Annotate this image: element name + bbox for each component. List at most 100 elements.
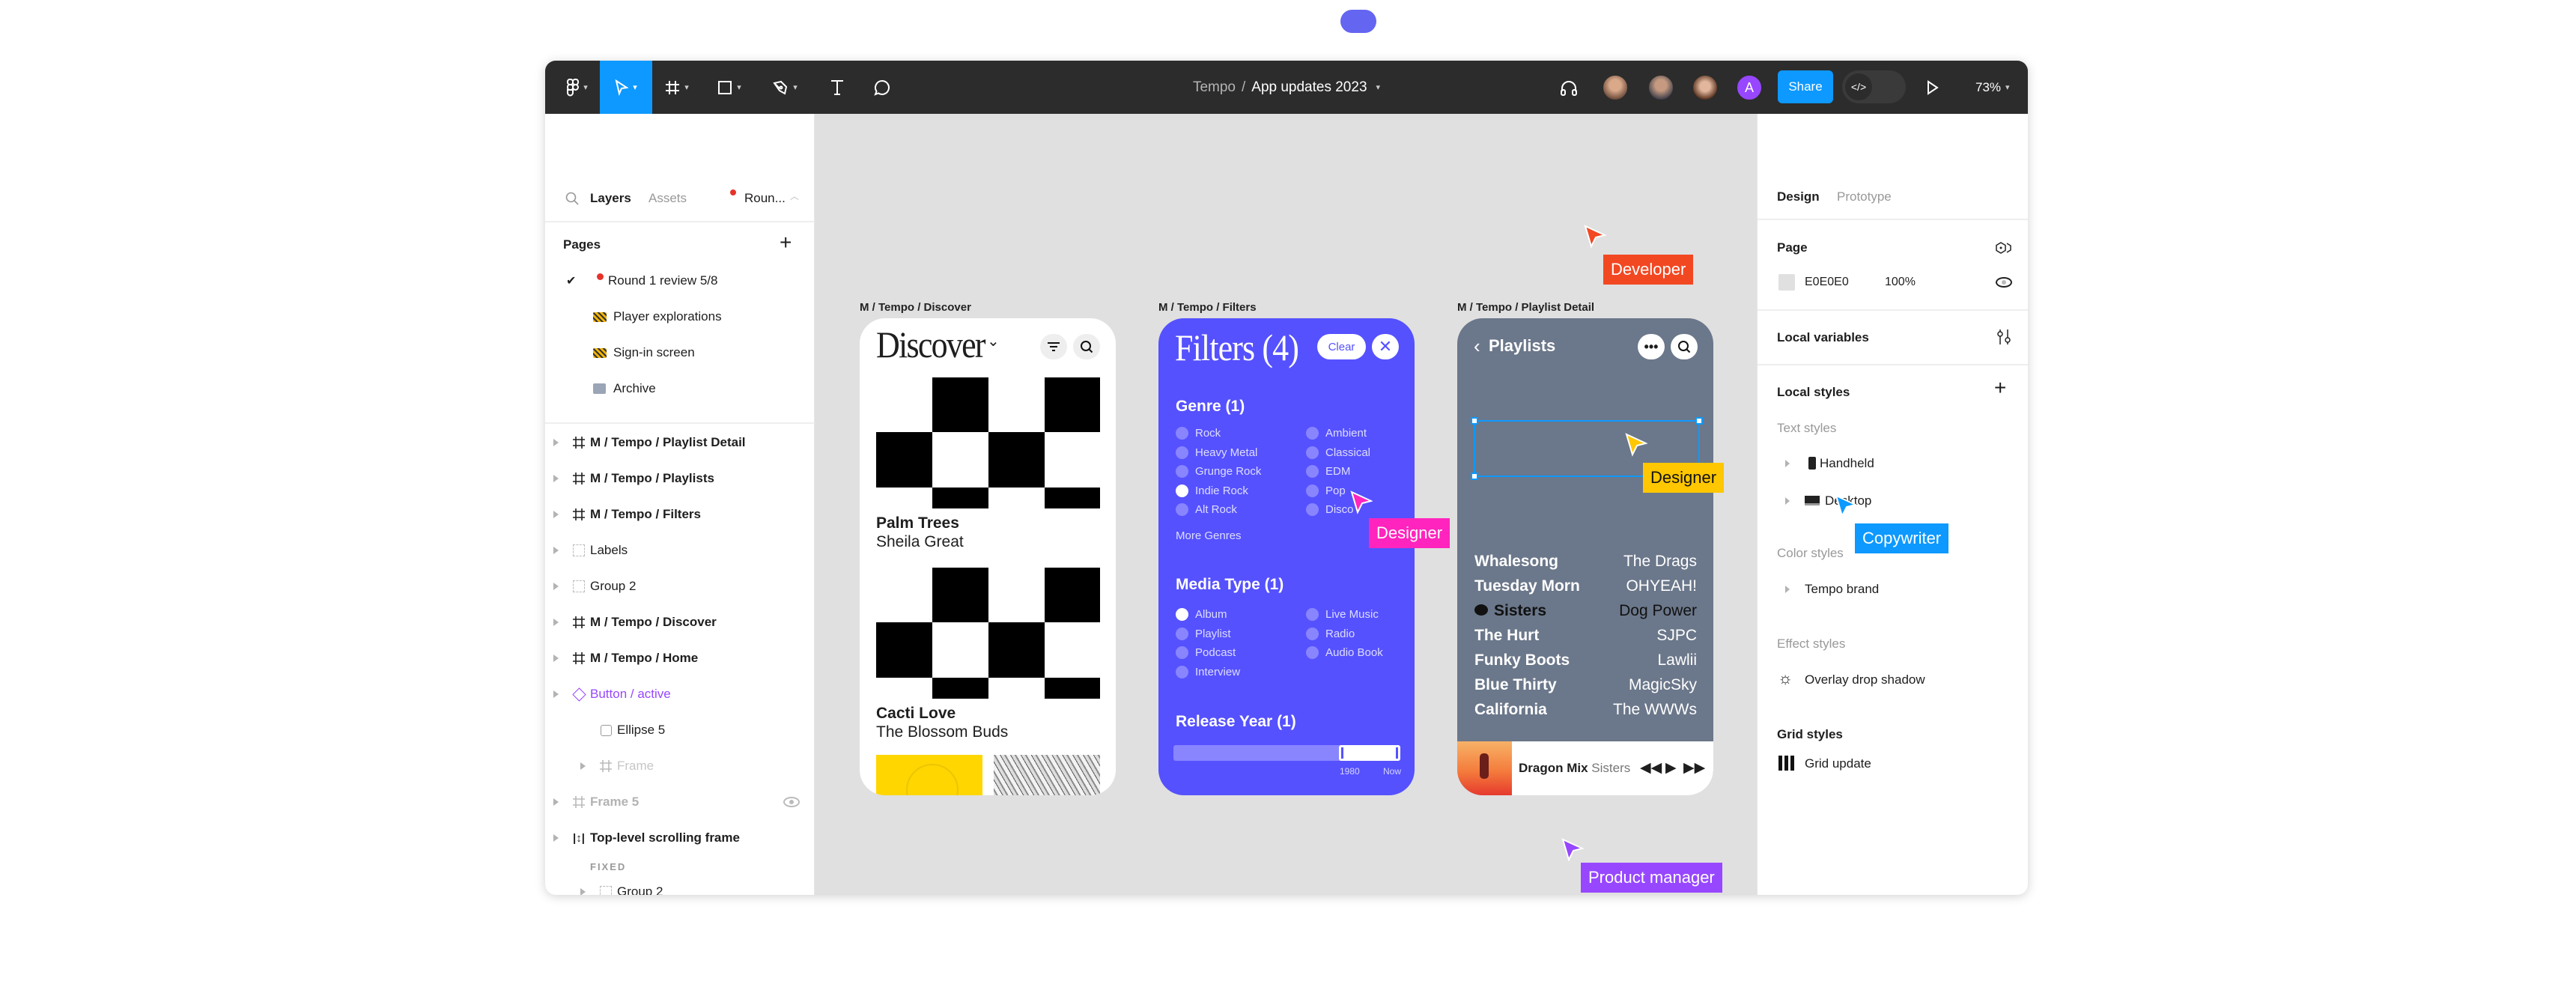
resize-handle[interactable] — [1471, 417, 1478, 425]
album-title[interactable]: Cacti Love — [876, 705, 956, 723]
playlist-detail-frame[interactable]: ‹ Playlists ••• Whalesong The Drags Tuesda… — [1457, 318, 1713, 795]
media-option[interactable]: Audio Book — [1306, 646, 1383, 660]
eye-icon[interactable] — [1996, 277, 2012, 288]
radio-dot[interactable] — [1176, 465, 1188, 479]
layer-row[interactable]: M / Tempo / Filters — [545, 496, 815, 532]
layer-row[interactable]: Group 2 — [545, 568, 815, 604]
expand-arrow-icon[interactable] — [553, 654, 559, 662]
radio-dot[interactable] — [1306, 627, 1319, 640]
avatar[interactable]: A — [1736, 74, 1763, 101]
canvas[interactable]: M / Tempo / Discover M / Tempo / Filters… — [815, 114, 1949, 895]
media-option[interactable]: Interview — [1176, 665, 1240, 678]
expand-arrow-icon[interactable] — [553, 690, 559, 698]
radio-dot[interactable] — [1176, 627, 1188, 640]
frame-label[interactable]: M / Tempo / Playlist Detail — [1457, 301, 1594, 314]
tab-design[interactable]: Design — [1777, 189, 1820, 204]
add-style-icon[interactable]: + — [1994, 376, 2006, 400]
radio-dot[interactable] — [1176, 665, 1188, 678]
radio-dot[interactable] — [1306, 608, 1319, 621]
page-item[interactable]: Sign-in screen — [545, 335, 815, 371]
radio-dot[interactable] — [1306, 646, 1319, 660]
chevron-up-icon[interactable]: ︿ — [790, 189, 799, 202]
expand-arrow-icon[interactable] — [553, 439, 559, 446]
resize-handle[interactable] — [1695, 417, 1703, 425]
layer-row[interactable]: M / Tempo / Home — [545, 640, 815, 676]
libraries-icon[interactable] — [1995, 241, 2013, 255]
audio-call-button[interactable] — [1558, 61, 1580, 114]
album-art[interactable] — [876, 377, 1100, 508]
add-page-icon[interactable]: + — [780, 231, 792, 255]
resize-handle[interactable] — [1471, 473, 1478, 480]
eye-icon[interactable] — [783, 797, 800, 807]
layer-row[interactable]: M / Tempo / Discover — [545, 604, 815, 640]
layer-row[interactable]: Frame — [545, 748, 815, 784]
avatar[interactable] — [1647, 74, 1674, 101]
radio-dot[interactable] — [1176, 608, 1188, 621]
media-option[interactable]: Playlist — [1176, 627, 1231, 640]
layer-row[interactable]: Button / active — [545, 676, 815, 712]
layer-row[interactable]: M / Tempo / Playlists — [545, 461, 815, 496]
expand-arrow-icon[interactable] — [580, 888, 586, 895]
radio-dot[interactable] — [1306, 503, 1319, 517]
expand-arrow-icon[interactable] — [1785, 497, 1790, 505]
slider-handle-start[interactable] — [1341, 747, 1344, 759]
discover-frame[interactable]: Discover ⌄ Palm Trees Sheila Great Cacti… — [860, 318, 1116, 795]
search-button[interactable] — [1073, 334, 1100, 359]
tab-layers[interactable]: Layers — [590, 191, 631, 206]
project-name[interactable]: Tempo — [1193, 79, 1236, 96]
filters-frame[interactable]: Filters (4) Clear ✕ Genre (1) Rock Heavy … — [1158, 318, 1415, 795]
filter-button[interactable] — [1040, 334, 1067, 359]
chevron-down-icon[interactable]: ⌄ — [987, 332, 1000, 350]
close-icon[interactable]: ✕ — [1372, 334, 1399, 359]
media-option[interactable]: Live Music — [1306, 608, 1379, 621]
genre-option[interactable]: Rock — [1176, 427, 1221, 440]
genre-option[interactable]: Heavy Metal — [1176, 446, 1257, 459]
song-row[interactable]: Blue Thirty MagicSky — [1474, 676, 1697, 694]
radio-dot[interactable] — [1176, 484, 1188, 497]
genre-option[interactable]: Ambient — [1306, 427, 1367, 440]
song-row[interactable]: The Hurt SJPC — [1474, 627, 1697, 645]
play-icon[interactable]: ▶ — [1665, 759, 1677, 777]
effect-style-item[interactable]: Overlay drop shadow — [1805, 672, 1925, 687]
media-option[interactable]: Podcast — [1176, 646, 1236, 660]
layer-row[interactable]: Group 2 — [545, 877, 815, 895]
layer-row[interactable]: |↕| Top-level scrolling frame — [545, 820, 815, 856]
search-icon[interactable] — [565, 192, 579, 205]
media-option[interactable]: Album — [1176, 608, 1227, 621]
avatar[interactable] — [1692, 74, 1719, 101]
frame-label[interactable]: M / Tempo / Filters — [1158, 301, 1257, 314]
share-button[interactable]: Share — [1778, 70, 1833, 103]
expand-arrow-icon[interactable] — [1785, 460, 1790, 467]
fast-forward-icon[interactable]: ▶▶ — [1683, 759, 1705, 777]
page-item[interactable]: Archive — [545, 371, 815, 407]
sliders-icon[interactable] — [1996, 328, 2012, 346]
page-selector[interactable]: Roun... — [744, 191, 786, 206]
more-genres-link[interactable]: More Genres — [1176, 529, 1242, 542]
search-button[interactable] — [1671, 334, 1698, 359]
tab-assets[interactable]: Assets — [648, 191, 687, 206]
page-color-value[interactable]: E0E0E0 — [1805, 276, 1849, 289]
file-name[interactable]: App updates 2023 — [1251, 79, 1367, 96]
dev-mode-toggle[interactable]: </> — [1842, 70, 1906, 103]
radio-dot[interactable] — [1306, 446, 1319, 459]
text-style-item[interactable]: Handheld — [1820, 456, 1874, 471]
layer-row[interactable]: Labels — [545, 532, 815, 568]
local-variables-title[interactable]: Local variables — [1777, 330, 1869, 345]
clear-button[interactable]: Clear — [1317, 334, 1366, 359]
release-year-slider[interactable] — [1173, 745, 1400, 761]
avatar[interactable] — [1602, 74, 1629, 101]
expand-arrow-icon[interactable] — [553, 583, 559, 590]
radio-dot[interactable] — [1176, 427, 1188, 440]
present-button[interactable] — [1922, 61, 1944, 114]
expand-arrow-icon[interactable] — [553, 547, 559, 554]
album-art[interactable] — [876, 755, 982, 795]
expand-arrow-icon[interactable] — [553, 834, 559, 842]
song-row[interactable]: Funky Boots Lawlii — [1474, 652, 1697, 669]
color-style-item[interactable]: Tempo brand — [1805, 582, 1879, 597]
song-row[interactable]: California The WWWs — [1474, 701, 1697, 719]
page-color-opacity[interactable]: 100% — [1885, 276, 1916, 289]
genre-option[interactable]: Classical — [1306, 446, 1370, 459]
radio-dot[interactable] — [1306, 484, 1319, 497]
song-row[interactable]: Tuesday Morn OHYEAH! — [1474, 577, 1697, 595]
radio-dot[interactable] — [1176, 646, 1188, 660]
